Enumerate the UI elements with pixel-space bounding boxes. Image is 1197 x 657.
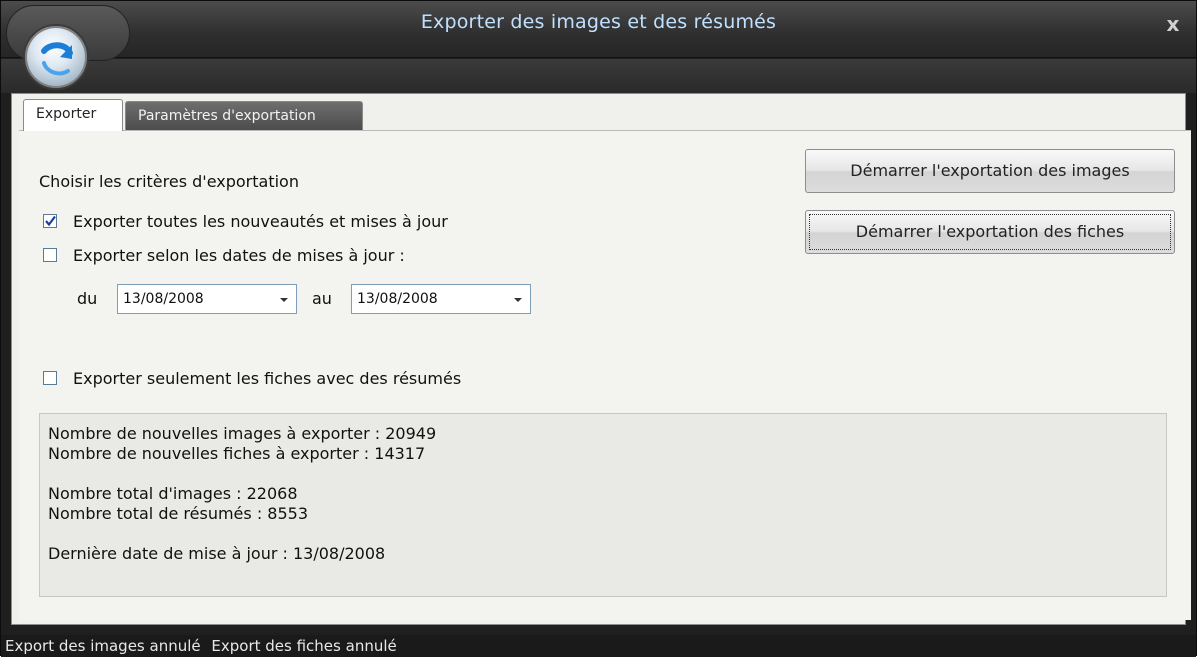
circular-arrow-icon xyxy=(41,42,73,76)
option-all-updates-label: Exporter toutes les nouveautés et mises … xyxy=(73,211,448,231)
tab-exporter[interactable]: Exporter xyxy=(23,99,123,131)
status-images: Export des images annulé xyxy=(5,637,201,655)
option-by-dates-label: Exporter selon les dates de mises à jour… xyxy=(73,245,405,265)
date-to-label: au xyxy=(312,289,332,308)
criteria-heading: Choisir les critères d'exportation xyxy=(39,172,299,191)
option-all-updates[interactable]: Exporter toutes les nouveautés et mises … xyxy=(43,210,448,232)
status-records: Export des fiches annulé xyxy=(211,637,397,655)
info-last-update: Dernière date de mise à jour : 13/08/200… xyxy=(48,544,386,563)
chevron-down-icon xyxy=(280,298,288,302)
export-images-button[interactable]: Démarrer l'exportation des images xyxy=(805,149,1175,193)
date-from-picker[interactable]: 13/08/2008 xyxy=(117,284,297,314)
info-total-images: Nombre total d'images : 22068 xyxy=(48,484,298,503)
status-bar: Export des images annulé Export des fich… xyxy=(1,635,1196,657)
title-bar[interactable]: Exporter des images et des résumés x xyxy=(1,1,1196,58)
option-by-dates[interactable]: Exporter selon les dates de mises à jour… xyxy=(43,244,405,266)
checkbox-summaries-only[interactable] xyxy=(43,371,57,385)
info-total-summaries: Nombre total de résumés : 8553 xyxy=(48,504,309,523)
checkbox-all-updates[interactable] xyxy=(43,214,57,228)
date-to-value: 13/08/2008 xyxy=(357,291,438,307)
app-menu-button[interactable] xyxy=(23,24,89,90)
window-title: Exporter des images et des résumés xyxy=(420,11,777,33)
chevron-down-icon xyxy=(514,298,522,302)
option-summaries-only-label: Exporter seulement les fiches avec des r… xyxy=(73,368,462,388)
export-records-button[interactable]: Démarrer l'exportation des fiches xyxy=(805,210,1175,254)
quick-access-strip xyxy=(1,59,1196,93)
close-icon[interactable]: x xyxy=(1164,14,1182,34)
tab-export-settings[interactable]: Paramètres d'exportation xyxy=(125,101,363,130)
checkmark-icon xyxy=(45,215,56,227)
date-to-picker[interactable]: 13/08/2008 xyxy=(351,284,531,314)
date-from-value: 13/08/2008 xyxy=(123,291,204,307)
export-info-box: Nombre de nouvelles images à exporter : … xyxy=(39,413,1167,597)
checkbox-by-dates[interactable] xyxy=(43,248,57,262)
option-summaries-only[interactable]: Exporter seulement les fiches avec des r… xyxy=(43,367,461,389)
export-window: Exporter des images et des résumés x Exp… xyxy=(0,0,1197,657)
info-new-images: Nombre de nouvelles images à exporter : … xyxy=(48,424,437,443)
date-from-label: du xyxy=(77,289,98,308)
info-new-records: Nombre de nouvelles fiches à exporter : … xyxy=(48,444,426,463)
